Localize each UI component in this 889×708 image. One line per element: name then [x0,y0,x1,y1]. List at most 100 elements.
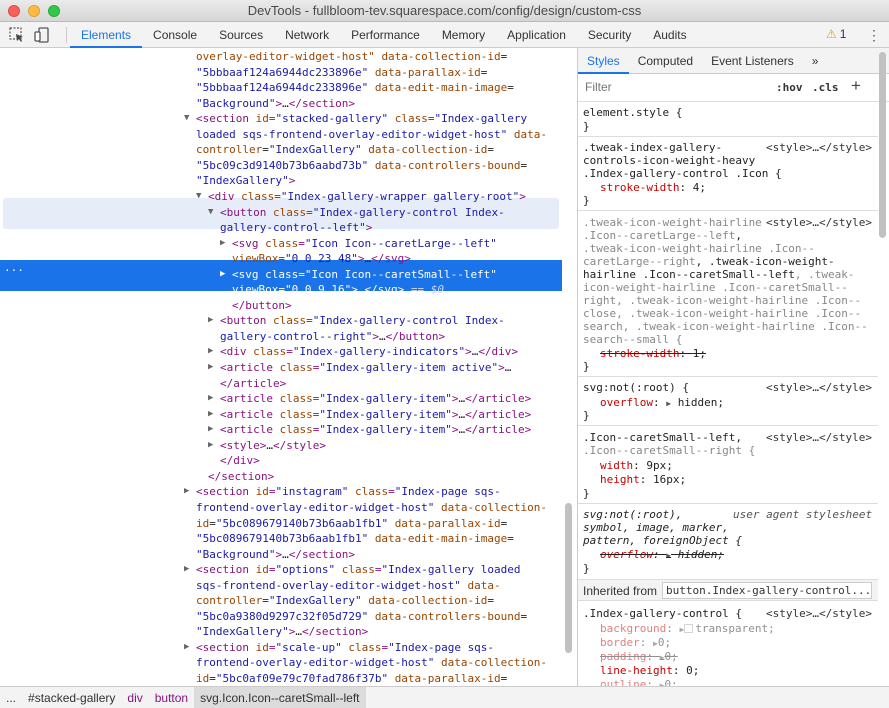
rule2-selector-line[interactable]: hairline .Icon--caretSmall--left, .tweak… [583,268,855,281]
dom-node-line[interactable]: "5bc0a9380d9297c32f05d729" data-controll… [0,609,562,625]
breadcrumb-item[interactable]: svg.Icon.Icon--caretSmall--left [194,686,366,708]
tab-audits[interactable]: Audits [642,22,697,48]
dom-node-line[interactable]: "IndexGallery"> [0,173,562,189]
expand-triangle-icon[interactable]: ▶ [666,551,671,560]
rule2-selector-line[interactable]: right, .tweak-icon-weight-hairline .Icon… [583,294,861,307]
tab-elements[interactable]: Elements [70,22,143,48]
dom-node-line[interactable]: ▶ <article class="Index-gallery-item acti… [0,360,562,376]
rule1-origin-link[interactable]: <style>…</style> [766,141,872,154]
expand-triangle-icon[interactable]: ▶ [184,484,189,500]
rule2-selector-line[interactable]: caretLarge--right, .tweak-icon-weight- [583,255,835,268]
dom-node-line[interactable]: ▶ <article class="Index-gallery-item">…</… [0,422,562,438]
expand-triangle-icon[interactable]: ▶ [666,399,671,408]
dom-node-line[interactable]: ▶ <section id="options" class="Index-gall… [0,562,562,578]
dom-node-line[interactable]: "Background">…</section> [0,547,562,563]
hover-state-toggle[interactable]: :hov [776,81,803,94]
tab-security[interactable]: Security [577,22,642,48]
rule2-origin-link[interactable]: <style>…</style> [766,216,872,229]
tab-console[interactable]: Console [142,22,208,48]
tab-memory[interactable]: Memory [431,22,496,48]
expand-triangle-icon[interactable]: ▶ [208,344,213,360]
rule2-selector-line[interactable]: close, .tweak-icon-weight-hairline .Icon… [583,307,861,320]
rule3-selector[interactable]: svg:not(:root) { [583,381,689,394]
dom-node-line[interactable]: controller="IndexGallery" data-collectio… [0,593,562,609]
rule3-origin-link[interactable]: <style>…</style> [766,381,872,394]
breadcrumb-item[interactable]: #stacked-gallery [22,687,121,708]
styles-filter-input[interactable] [582,78,766,97]
rule4-selector[interactable]: .Icon--caretSmall--right { [583,444,755,457]
dom-node-line[interactable]: ▼ <div class="Index-gallery-wrapper galle… [0,189,562,205]
expand-triangle-icon[interactable]: ▶ [208,438,213,454]
dom-node-line[interactable]: viewBox="0 0 23 48">…</svg> [0,251,562,267]
inherited-node-link[interactable]: button.Index-gallery-control... [662,582,872,599]
dom-node-line[interactable]: "5bc089679140b73b6aab1fb1" data-edit-mai… [0,531,562,547]
warning-counter[interactable]: ⚠ 1 [826,27,846,41]
dom-node-line[interactable]: ▶ <section id="scale-up" class="Index-pag… [0,640,562,656]
expand-triangle-icon[interactable]: ▼ [196,189,201,205]
rule2-selector-line[interactable]: search--small { [583,333,682,346]
dom-node-line[interactable]: gallery-control--right">…</button> [0,329,562,345]
dom-node-line[interactable]: loaded sqs-frontend-overlay-editor-widge… [0,127,562,143]
dom-node-line[interactable]: </section> [0,469,562,485]
dom-node-line[interactable]: viewBox="0 0 9 16">…</svg> == $0 [0,282,562,298]
dom-node-line[interactable]: </div> [0,453,562,469]
dom-node-line[interactable]: </button> [0,298,562,314]
rule1-selector-line[interactable]: .tweak-index-gallery- [583,141,722,154]
rule6-declaration[interactable]: line-height: 0; [600,664,699,677]
rule2-selector-line[interactable]: .tweak-icon-weight-hairline .Icon-- [583,242,815,255]
sidebar-tab-computed[interactable]: Computed [629,48,702,74]
elements-scrollbar[interactable] [565,503,572,653]
dom-node-line[interactable]: ▶ <svg class="Icon Icon--caretSmall--left… [0,267,562,283]
element-style-selector[interactable]: element.style { [583,106,682,119]
rule1-selector-line[interactable]: controls-icon-weight-heavy [583,154,755,167]
dom-node-line[interactable]: ▶ <svg class="Icon Icon--caretLarge--left… [0,236,562,252]
expand-triangle-icon[interactable]: ▶ [220,236,225,252]
rule2-selector-line[interactable]: .Icon--caretLarge--left, [583,229,742,242]
expand-triangle-icon[interactable]: ▶ [208,313,213,329]
new-rule-icon[interactable]: + [851,76,861,96]
tab-performance[interactable]: Performance [340,22,431,48]
rule6-declaration[interactable]: border: ▶0; [600,636,671,649]
rule2-selector-line[interactable]: icon-weight-hairline .Icon--caretSmall-- [583,281,848,294]
dom-node-line[interactable]: overlay-editor-widget-host" data-collect… [0,49,562,65]
rule2-selector-line[interactable]: search, .tweak-icon-weight-hairline .Ico… [583,320,868,333]
dom-node-line[interactable]: ▶ <button class="Index-gallery-control In… [0,313,562,329]
dom-node-line[interactable]: gallery-control--left"> [0,220,562,236]
rule6-declaration[interactable]: padding: ▶0; [600,650,678,663]
tab-application[interactable]: Application [496,22,577,48]
more-tabs-icon[interactable]: » [803,48,828,74]
dom-node-line[interactable]: ▶ <style>…</style> [0,438,562,454]
expand-triangle-icon[interactable]: ▶ [208,407,213,423]
styles-scrollbar[interactable] [879,52,886,238]
rule4-selector[interactable]: .Icon--caretSmall--left, [583,431,742,444]
expand-triangle-icon[interactable]: ▼ [208,205,213,221]
inspect-cursor-icon[interactable] [8,26,26,44]
dom-node-line[interactable]: "5bc09c3d9140b73b6aabd73b" data-controll… [0,158,562,174]
rule6-origin-link[interactable]: <style>…</style> [766,607,872,620]
tab-network[interactable]: Network [274,22,340,48]
rule2-declaration-overridden[interactable]: stroke-width: 1; [600,347,706,360]
dom-node-line[interactable]: frontend-overlay-editor-widget-host" dat… [0,655,562,671]
elements-tree[interactable]: ... overlay-editor-widget-host" data-col… [0,48,562,686]
dom-node-line[interactable]: "Background">…</section> [0,96,562,112]
dom-node-line[interactable]: controller="IndexGallery" data-collectio… [0,142,562,158]
rule4-origin-link[interactable]: <style>…</style> [766,431,872,444]
expand-triangle-icon[interactable]: ▶ [208,422,213,438]
rule4-declaration[interactable]: height: 16px; [600,473,686,486]
dom-node-line[interactable]: frontend-overlay-editor-widget-host" dat… [0,500,562,516]
dom-node-line[interactable]: ▶ <section id="instagram" class="Index-pa… [0,484,562,500]
breadcrumb-item[interactable]: button [149,687,194,708]
dom-node-line[interactable]: ▶ <div class="Index-gallery-indicators">…… [0,344,562,360]
sidebar-tab-styles[interactable]: Styles [578,48,629,74]
dom-node-line[interactable]: "5bbbaaf124a6944dc233896e" data-parallax… [0,65,562,81]
device-toggle-icon[interactable] [33,26,51,44]
dom-node-line[interactable]: id="5bc089679140b73b6aab1fb1" data-paral… [0,516,562,532]
rule3-declaration[interactable]: overflow: ▶ hidden; [600,396,724,409]
dom-node-line[interactable]: ▶ <article class="Index-gallery-item">…</… [0,391,562,407]
rule1-selector-line[interactable]: .Index-gallery-control .Icon { [583,167,782,180]
sidebar-tab-event-listeners[interactable]: Event Listeners [702,48,803,74]
expand-triangle-icon[interactable]: ▶ [208,391,213,407]
expand-triangle-icon[interactable]: ▶ [208,360,213,376]
dom-node-line[interactable]: </article> [0,376,562,392]
rule4-declaration[interactable]: width: 9px; [600,459,673,472]
